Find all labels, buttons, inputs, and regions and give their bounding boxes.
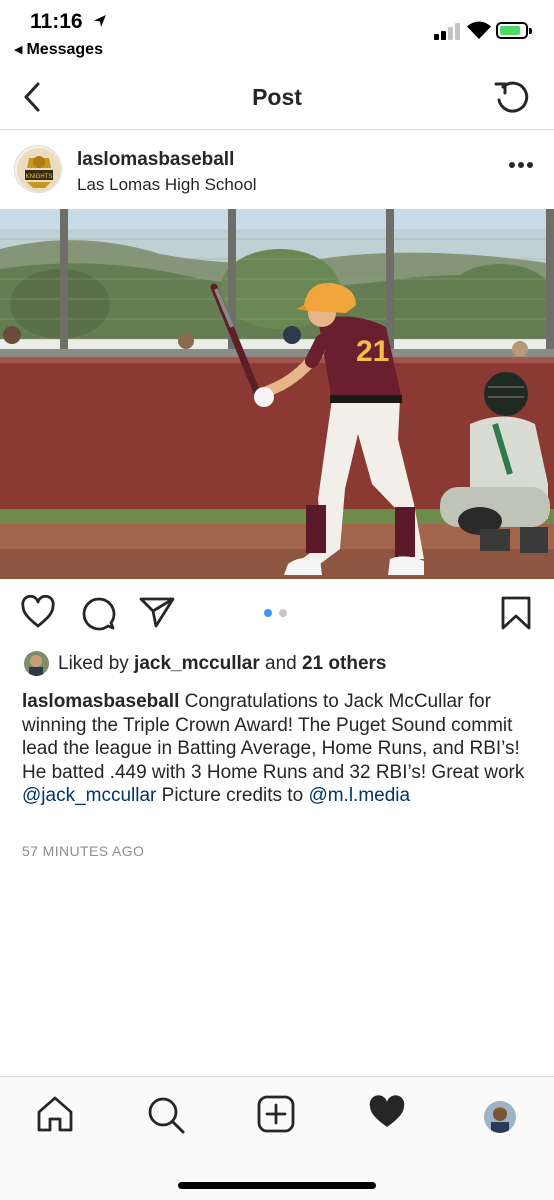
activity-heart-filled-icon[interactable]: [368, 1095, 406, 1129]
location-arrow-icon: [94, 15, 106, 27]
cellular-signal-icon: [434, 22, 462, 40]
back-to-messages[interactable]: ◀ Messages: [14, 41, 103, 59]
save-bookmark-icon[interactable]: [500, 595, 532, 631]
likes-row[interactable]: Liked by jack_mccullar and 21 others: [0, 650, 554, 680]
liker-username[interactable]: jack_mccullar: [134, 653, 260, 674]
carousel-dot: [279, 609, 287, 617]
profile-avatar[interactable]: [484, 1101, 516, 1133]
like-heart-outline-icon[interactable]: [20, 595, 56, 629]
share-paper-plane-icon[interactable]: [138, 595, 176, 629]
account-avatar[interactable]: KNIGHTS: [14, 145, 62, 193]
more-options-icon[interactable]: [508, 161, 534, 169]
refresh-icon[interactable]: [492, 78, 532, 118]
battery-icon: [496, 22, 532, 39]
post-photo[interactable]: 21: [0, 209, 554, 579]
back-app-label: Messages: [26, 41, 103, 58]
home-icon[interactable]: [36, 1095, 74, 1133]
post-caption: laslomasbaseball Congratulations to Jack…: [22, 690, 532, 808]
post-timestamp: 57 MINUTES AGO: [22, 843, 145, 859]
post-header: KNIGHTS laslomasbaseball Las Lomas High …: [0, 131, 554, 209]
likes-others[interactable]: 21 others: [302, 653, 386, 674]
home-indicator[interactable]: [178, 1182, 376, 1189]
carousel-indicator: [264, 609, 294, 619]
nav-bar: Post: [0, 70, 554, 130]
caption-text-credits: Picture credits to: [156, 785, 309, 806]
caption-username[interactable]: laslomasbaseball: [22, 691, 179, 712]
add-post-plus-square-icon[interactable]: [257, 1095, 295, 1133]
svg-text:21: 21: [356, 335, 389, 368]
likes-text: Liked by jack_mccullar and 21 others: [58, 653, 387, 675]
carousel-dot-active: [264, 609, 272, 617]
bottom-tab-bar: [0, 1076, 554, 1200]
caption-mention-credits[interactable]: @m.l.media: [308, 785, 410, 806]
caption-mention[interactable]: @jack_mccullar: [22, 785, 156, 806]
post-location[interactable]: Las Lomas High School: [77, 175, 257, 195]
back-triangle-icon: ◀: [14, 44, 23, 56]
liker-avatar: [24, 651, 49, 676]
post-username[interactable]: laslomasbaseball: [77, 149, 234, 171]
status-bar: 11:16 ◀ Messages: [0, 0, 554, 70]
likes-middle: and: [259, 653, 303, 674]
search-icon[interactable]: [146, 1095, 186, 1135]
likes-prefix: Liked by: [58, 653, 135, 674]
page-title: Post: [252, 84, 302, 110]
svg-text:KNIGHTS: KNIGHTS: [26, 174, 53, 180]
post-actions: [0, 579, 554, 647]
status-time: 11:16: [30, 10, 83, 33]
comment-bubble-icon[interactable]: [80, 595, 116, 631]
wifi-icon: [467, 21, 491, 39]
